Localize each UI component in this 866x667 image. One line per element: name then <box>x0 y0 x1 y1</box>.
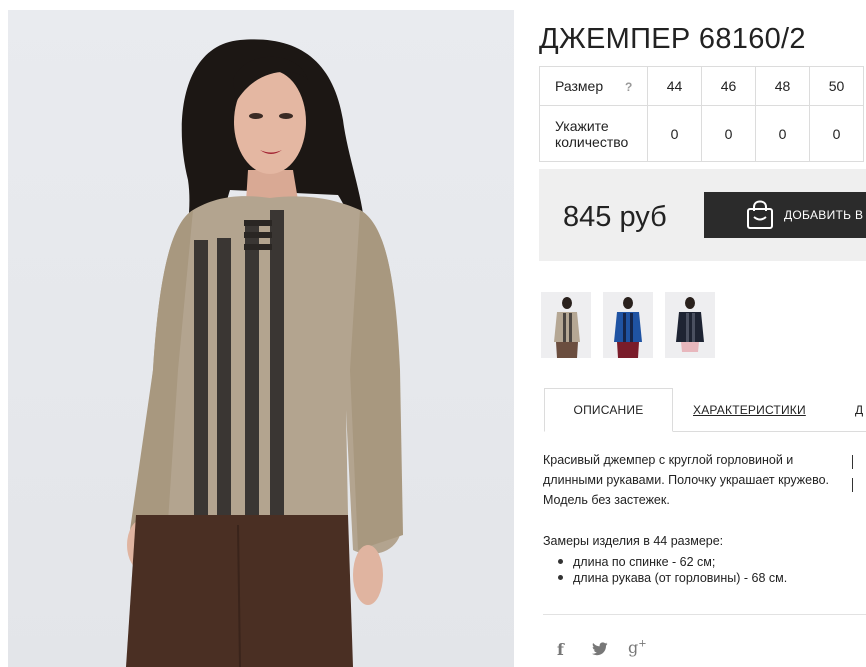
tab-description[interactable]: ОПИСАНИЕ <box>544 388 673 432</box>
measure-back-length: длина по спинке - 62 см; <box>556 554 787 570</box>
measures-list: длина по спинке - 62 см; длина рукава (о… <box>556 554 787 586</box>
size-46: 46 <box>701 66 756 106</box>
size-table: Размер ? 44 46 48 50 Укажите количество … <box>539 66 864 162</box>
quantity-label-cell: Укажите количество <box>539 105 648 162</box>
thumbnail-blue[interactable] <box>603 292 653 358</box>
size-44: 44 <box>647 66 702 106</box>
price-box: 845 руб ДОБАВИТЬ В <box>539 169 866 261</box>
google-plus-icon[interactable]: g+ <box>628 638 647 657</box>
size-50: 50 <box>809 66 864 106</box>
quantity-label-line1: Укажите <box>555 117 609 134</box>
tab-third[interactable]: Д <box>855 388 863 432</box>
quantity-48[interactable]: 0 <box>755 105 810 162</box>
quantity-label-line2: количество <box>555 133 629 150</box>
shopping-bag-icon <box>747 200 773 229</box>
thumbnail-navy-image <box>665 292 715 358</box>
model-illustration <box>126 39 403 667</box>
quantity-44[interactable]: 0 <box>647 105 702 162</box>
add-to-cart-button[interactable]: ДОБАВИТЬ В <box>704 192 866 238</box>
size-help-icon[interactable]: ? <box>625 80 632 94</box>
product-description: Красивый джемпер с круглой горловиной и … <box>543 453 830 507</box>
thumbnail-navy[interactable] <box>665 292 715 358</box>
twitter-icon[interactable] <box>592 642 608 656</box>
price: 845 руб <box>563 201 667 233</box>
size-48: 48 <box>755 66 810 106</box>
bottom-divider <box>543 614 866 615</box>
add-to-cart-label: ДОБАВИТЬ В <box>784 208 864 222</box>
quantity-46[interactable]: 0 <box>701 105 756 162</box>
product-title: ДЖЕМПЕР 68160/2 <box>539 23 806 56</box>
size-label-cell: Размер ? <box>539 66 648 106</box>
quantity-50[interactable]: 0 <box>809 105 864 162</box>
thumbnail-beige[interactable] <box>541 292 591 358</box>
measures-title: Замеры изделия в 44 размере: <box>543 534 724 548</box>
side-divider-bottom <box>852 478 853 492</box>
thumbnail-blue-image <box>603 292 653 358</box>
side-divider-top <box>852 455 853 469</box>
thumbnail-beige-image <box>541 292 591 358</box>
tab-characteristics[interactable]: ХАРАКТЕРИСТИКИ <box>693 388 806 432</box>
measure-sleeve-length: длина рукава (от горловины) - 68 см. <box>556 570 787 586</box>
size-label: Размер <box>555 78 604 94</box>
facebook-icon[interactable]: f <box>557 640 564 659</box>
product-photo[interactable] <box>8 10 514 667</box>
